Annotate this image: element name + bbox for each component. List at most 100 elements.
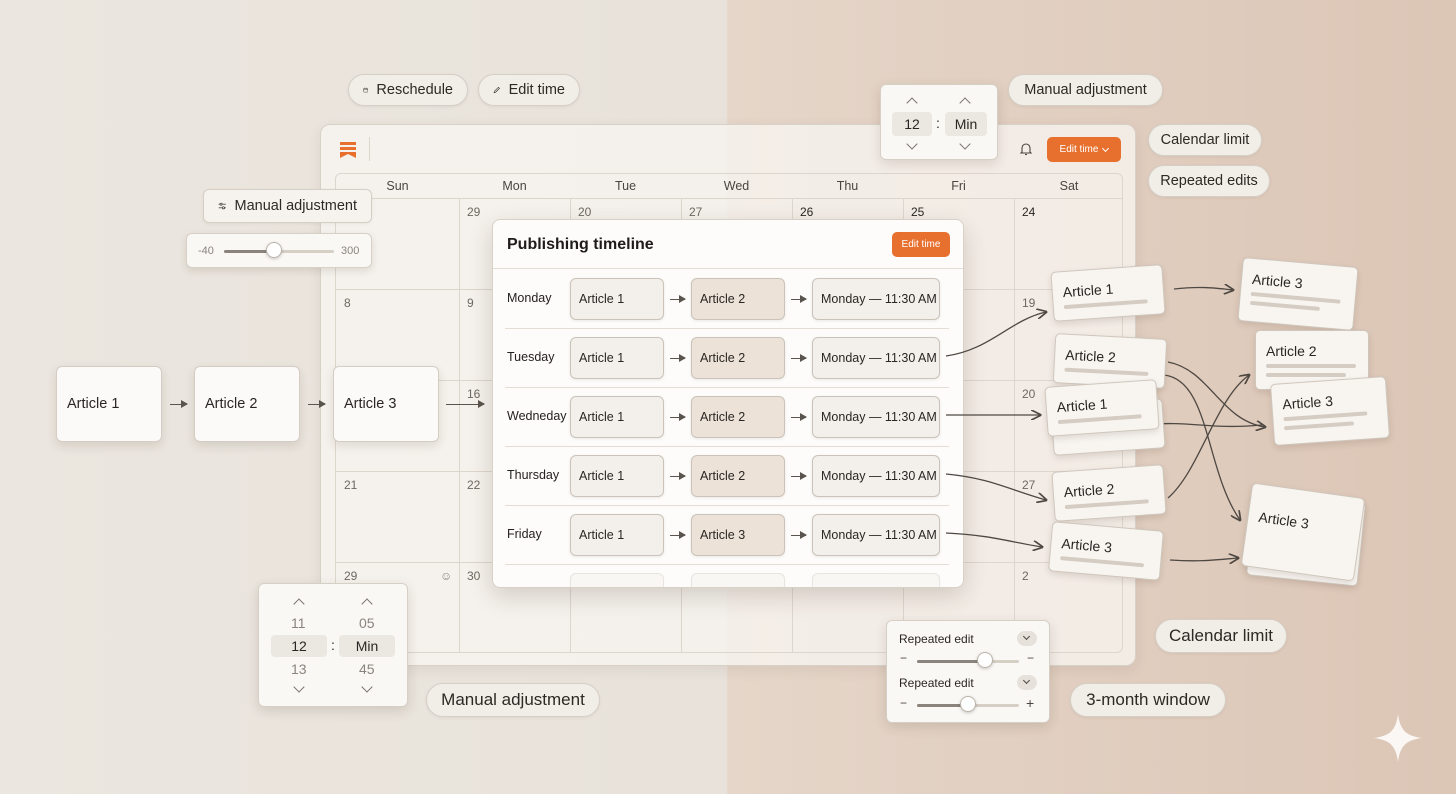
timeline-title: Publishing timeline xyxy=(507,236,654,253)
timeline-edit-time-button[interactable]: Edit time xyxy=(892,232,950,257)
timeline-day-label: Wedneday xyxy=(507,409,567,423)
timeline-article-box[interactable]: Article 1 xyxy=(570,337,664,379)
timeline-time-box[interactable]: Monday — 11:30 AM xyxy=(812,455,940,497)
timeline-article-box[interactable]: Article 1 xyxy=(570,278,664,320)
minute-up-icon[interactable] xyxy=(959,97,971,109)
day-number: 22 xyxy=(467,478,481,492)
emoji-icon[interactable]: ☺ xyxy=(440,569,452,583)
right-card-label: Article 2 xyxy=(1063,480,1115,501)
manual-adjustment-pill-top[interactable]: Manual adjustment xyxy=(1008,74,1163,106)
minute-down-icon[interactable] xyxy=(361,681,373,693)
far-card-label: Article 3 xyxy=(1257,508,1310,532)
repeated-edits-pill[interactable]: Repeated edits xyxy=(1148,165,1270,197)
adjustment-slider-thumb[interactable] xyxy=(265,242,282,258)
day-header-mon: Mon xyxy=(502,179,527,193)
day-number: 8 xyxy=(344,296,351,310)
minus-icon[interactable]: − xyxy=(900,696,907,710)
calendar-limit-pill[interactable]: Calendar limit xyxy=(1148,124,1262,156)
calendar-limit-bottom-label: Calendar limit xyxy=(1169,626,1273,645)
timeline-day-label: Friday xyxy=(507,527,542,541)
far-card-article-3b[interactable]: Article 3 xyxy=(1269,376,1391,446)
plus-icon[interactable]: + xyxy=(1026,695,1034,711)
repeated-edit-slider-thumb-2[interactable] xyxy=(960,696,976,712)
timeline-time-box[interactable]: Monday — 11:30 AM xyxy=(812,514,940,556)
timeline-time-box[interactable]: Monday — 11:30 AM xyxy=(812,278,940,320)
hour-up-icon[interactable] xyxy=(906,97,918,109)
pencil-icon xyxy=(493,86,500,94)
far-card-article-3[interactable]: Article 3 xyxy=(1237,257,1359,331)
right-card-article-1b[interactable]: Article 1 xyxy=(1044,379,1160,437)
flow-card-article-2[interactable]: Article 2 xyxy=(194,366,300,442)
timeline-placeholder-box xyxy=(570,573,664,587)
right-card-label: Article 3 xyxy=(1060,535,1113,556)
arrow xyxy=(791,472,807,480)
minute-down-icon[interactable] xyxy=(959,138,971,150)
arrow xyxy=(670,531,686,539)
repeated-edit-slider-thumb-1[interactable] xyxy=(977,652,994,668)
calendar-limit-pill-bottom[interactable]: Calendar limit xyxy=(1155,619,1287,653)
timeline-time-box[interactable]: Monday — 11:30 AM xyxy=(812,337,940,379)
hour-down-icon[interactable] xyxy=(906,138,918,150)
bookmark-logo-icon xyxy=(340,142,356,158)
adjustment-slider-card: -40 300 xyxy=(186,233,372,268)
day-number: 25 xyxy=(911,205,925,219)
manual-adjustment-label: Manual adjustment xyxy=(1024,82,1147,98)
minus-icon[interactable]: − xyxy=(900,651,907,665)
timeline-article-box[interactable]: Article 3 xyxy=(691,514,785,556)
dropdown-toggle-2[interactable] xyxy=(1017,675,1037,690)
manual-adjustment-bottom-label: Manual adjustment xyxy=(441,690,585,709)
minute-prev: 05 xyxy=(359,615,375,631)
right-card-label: Article 1 xyxy=(1062,280,1114,301)
repeated-edit-label-2: Repeated edit xyxy=(899,676,974,690)
manual-adjustment-button[interactable]: Manual adjustment xyxy=(203,189,372,223)
day-number: 20 xyxy=(578,205,592,219)
timeline-article-box[interactable]: Article 2 xyxy=(691,396,785,438)
hour-up-icon[interactable] xyxy=(293,598,305,610)
hour-field[interactable]: 12 xyxy=(892,112,932,136)
day-number: 29 xyxy=(344,569,358,583)
far-card-label: Article 3 xyxy=(1281,392,1334,413)
time-picker-bottom[interactable]: 11 05 12 : Min 13 45 xyxy=(258,583,408,707)
right-card-label: Article 1 xyxy=(1056,395,1108,416)
timeline-article-box[interactable]: Article 1 xyxy=(570,514,664,556)
calendar-edit-time-button[interactable]: Edit time xyxy=(1047,137,1121,162)
bell-icon[interactable] xyxy=(1019,142,1033,156)
repeated-edit-panel: Repeated edit − − Repeated edit − + xyxy=(886,620,1050,723)
far-card-article-3c[interactable]: Article 3 xyxy=(1240,482,1366,582)
arrow xyxy=(170,400,188,408)
timeline-placeholder-box xyxy=(812,573,940,587)
timeline-time-box[interactable]: Monday — 11:30 AM xyxy=(812,396,940,438)
timeline-day-label: Tuesday xyxy=(507,350,555,364)
right-card-article-1[interactable]: Article 1 xyxy=(1050,264,1166,322)
arrow xyxy=(670,295,686,303)
timeline-article-box[interactable]: Article 1 xyxy=(570,396,664,438)
day-number: 26 xyxy=(800,205,814,219)
timeline-article-box[interactable]: Article 1 xyxy=(570,455,664,497)
flow-card-article-3[interactable]: Article 3 xyxy=(333,366,439,442)
time-picker-top[interactable]: 12 : Min xyxy=(880,84,998,160)
hour-current[interactable]: 12 xyxy=(271,635,327,657)
flow-card-article-1[interactable]: Article 1 xyxy=(56,366,162,442)
timeline-article-box[interactable]: Article 2 xyxy=(691,337,785,379)
day-number: 24 xyxy=(1022,205,1036,219)
arrow xyxy=(791,413,807,421)
chevron-down-icon xyxy=(1022,632,1031,641)
edit-time-button[interactable]: Edit time xyxy=(478,74,580,106)
minute-current[interactable]: Min xyxy=(339,635,395,657)
reschedule-button[interactable]: Reschedule xyxy=(348,74,468,106)
minute-up-icon[interactable] xyxy=(361,598,373,610)
right-card-article-2b[interactable]: Article 2 xyxy=(1051,464,1167,522)
three-month-window-pill[interactable]: 3-month window xyxy=(1070,683,1226,717)
timeline-article-box[interactable]: Article 2 xyxy=(691,455,785,497)
hour-down-icon[interactable] xyxy=(293,681,305,693)
time-separator: : xyxy=(331,637,335,653)
right-card-article-3[interactable]: Article 3 xyxy=(1048,521,1164,581)
minute-field[interactable]: Min xyxy=(945,112,987,136)
reschedule-label: Reschedule xyxy=(376,82,453,98)
far-card-label: Article 2 xyxy=(1266,343,1317,359)
calendar-limit-label: Calendar limit xyxy=(1160,132,1250,148)
dropdown-toggle-1[interactable] xyxy=(1017,631,1037,646)
day-header-tue: Tue xyxy=(614,179,637,193)
timeline-article-box[interactable]: Article 2 xyxy=(691,278,785,320)
manual-adjustment-pill-bottom[interactable]: Manual adjustment xyxy=(426,683,600,717)
